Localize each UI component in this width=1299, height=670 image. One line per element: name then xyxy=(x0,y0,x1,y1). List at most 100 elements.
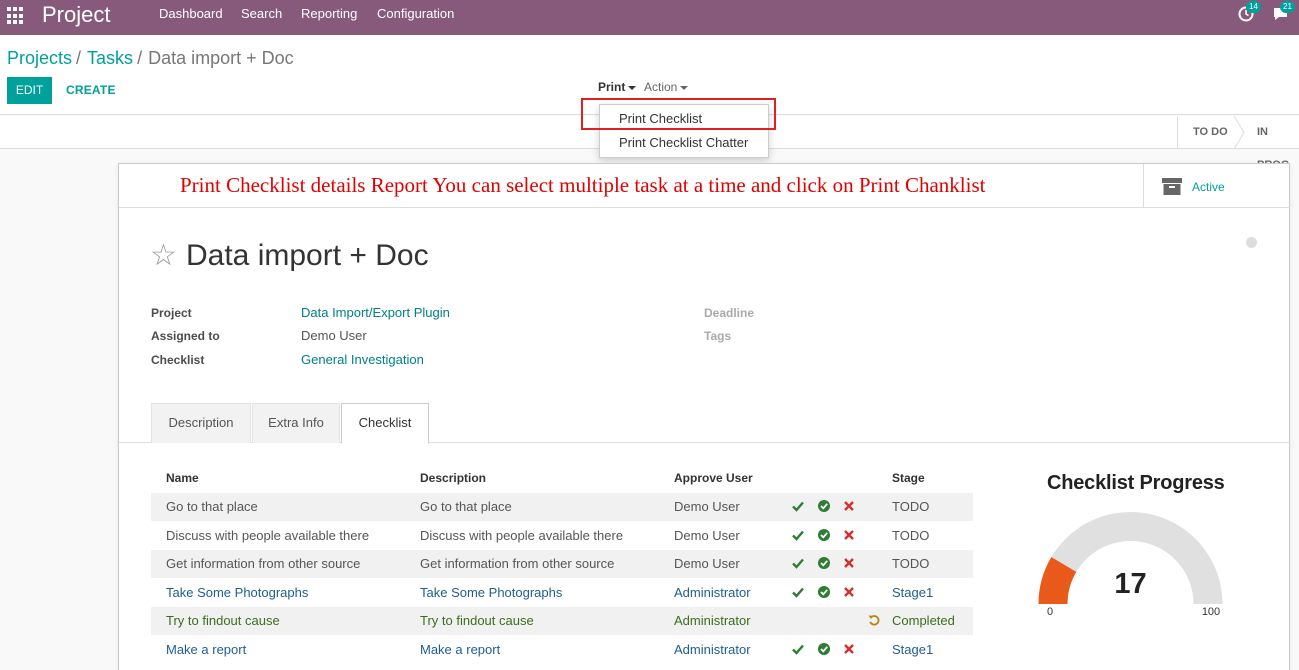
create-button[interactable]: CREATE xyxy=(66,83,116,97)
row-name: Get information from other source xyxy=(166,556,361,571)
reject-icon[interactable] xyxy=(842,528,856,542)
highlight-box xyxy=(581,98,776,130)
reject-icon[interactable] xyxy=(842,585,856,599)
done-icon[interactable] xyxy=(817,585,831,599)
breadcrumb-separator: / xyxy=(76,48,82,68)
row-name: Try to findout cause xyxy=(166,613,280,628)
project-value[interactable]: Data Import/Export Plugin xyxy=(301,305,450,320)
annotation-text: Print Checklist details Report You can s… xyxy=(180,173,986,197)
approve-icon[interactable] xyxy=(791,528,805,542)
row-description: Get information from other source xyxy=(420,556,615,571)
task-title: Data import + Doc xyxy=(186,239,429,272)
approve-icon[interactable] xyxy=(791,585,805,599)
checklist-row[interactable]: Get information from other source Get inf… xyxy=(151,550,973,578)
checklist-progress-title: Checklist Progress xyxy=(1047,472,1225,494)
row-name: Go to that place xyxy=(166,499,258,514)
tab-extra-info[interactable]: Extra Info xyxy=(252,403,340,443)
reject-icon[interactable] xyxy=(842,499,856,513)
caret-down-icon xyxy=(680,85,689,90)
print-label: Print xyxy=(598,80,626,94)
header-description: Description xyxy=(420,471,487,485)
star-icon[interactable]: ☆ xyxy=(150,238,177,273)
stage-divider xyxy=(1177,116,1178,149)
approve-icon[interactable] xyxy=(791,642,805,656)
activity-count-badge: 14 xyxy=(1246,1,1261,13)
reset-icon[interactable] xyxy=(867,613,881,627)
menu-configuration[interactable]: Configuration xyxy=(377,6,454,21)
row-name: Take Some Photographs xyxy=(166,584,309,600)
messages-icon[interactable]: 21 xyxy=(1272,1,1295,26)
kanban-state-dot[interactable] xyxy=(1246,237,1257,248)
breadcrumb-current: Data import + Doc xyxy=(148,48,294,68)
breadcrumb-projects[interactable]: Projects xyxy=(7,48,72,68)
row-approve-user: Demo User xyxy=(674,556,740,571)
action-dropdown-toggle[interactable]: Action xyxy=(644,80,689,94)
row-approve-user: Administrator xyxy=(674,641,751,657)
breadcrumb-separator: / xyxy=(137,48,143,68)
menu-dashboard[interactable]: Dashboard xyxy=(159,6,223,21)
assigned-label: Assigned to xyxy=(151,329,220,343)
row-stage: Completed xyxy=(892,613,955,628)
row-stage: TODO xyxy=(892,556,930,571)
row-name: Make a report xyxy=(166,641,247,657)
checklist-row[interactable]: Discuss with people available there Discu… xyxy=(151,522,973,550)
row-approve-user: Administrator xyxy=(674,613,751,628)
tags-label: Tags xyxy=(704,329,732,343)
row-stage: Stage1 xyxy=(892,641,934,657)
stage-in-progress[interactable]: IN PROG xyxy=(1257,116,1299,171)
messages-count-badge: 21 xyxy=(1280,1,1295,13)
button-box: Print Checklist details Report You can s… xyxy=(119,164,1290,208)
row-description: Discuss with people available there xyxy=(420,527,624,543)
active-toggle-button[interactable]: Active xyxy=(1143,164,1290,207)
form-sheet: Print Checklist details Report You can s… xyxy=(118,163,1290,670)
done-icon[interactable] xyxy=(817,499,831,513)
checklist-label: Checklist xyxy=(151,353,205,367)
assigned-value[interactable]: Demo User xyxy=(301,328,367,343)
menu-search[interactable]: Search xyxy=(241,6,282,21)
done-icon[interactable] xyxy=(817,528,831,542)
approve-icon[interactable] xyxy=(791,556,805,570)
caret-down-icon xyxy=(628,85,637,90)
row-stage: Stage1 xyxy=(892,584,934,600)
archive-icon xyxy=(1162,178,1182,195)
row-approve-user: Administrator xyxy=(674,584,751,600)
top-navbar: Project Dashboard Search Reporting Confi… xyxy=(0,0,1299,35)
row-description: Take Some Photographs xyxy=(420,584,563,600)
row-description: Go to that place xyxy=(420,499,512,514)
reject-icon[interactable] xyxy=(842,642,856,656)
checklist-value[interactable]: General Investigation xyxy=(301,352,424,367)
menu-print-checklist-chatter[interactable]: Print Checklist Chatter xyxy=(619,135,748,150)
menu-reporting[interactable]: Reporting xyxy=(301,6,357,21)
print-dropdown-toggle[interactable]: Print xyxy=(598,80,637,94)
project-label: Project xyxy=(151,306,192,320)
done-icon[interactable] xyxy=(817,556,831,570)
header-name: Name xyxy=(166,471,199,485)
row-approve-user: Demo User xyxy=(674,499,740,514)
gauge-value: 17 xyxy=(1114,568,1146,600)
header-approve-user: Approve User xyxy=(674,471,753,485)
approve-icon[interactable] xyxy=(791,499,805,513)
row-name: Discuss with people available there xyxy=(166,527,370,543)
row-description: Try to findout cause xyxy=(420,613,534,628)
app-title: Project xyxy=(42,2,111,27)
breadcrumb-tasks[interactable]: Tasks xyxy=(87,48,133,68)
checklist-row[interactable]: Go to that place Go to that place Demo Use… xyxy=(151,493,973,521)
apps-menu-icon[interactable] xyxy=(7,7,25,25)
row-stage: TODO xyxy=(892,499,930,514)
checklist-row[interactable]: Take Some Photographs Take Some Photograp… xyxy=(151,579,973,607)
row-stage: TODO xyxy=(892,527,930,543)
done-icon[interactable] xyxy=(817,642,831,656)
tab-description[interactable]: Description xyxy=(151,403,251,443)
stage-todo[interactable]: TO DO xyxy=(1193,116,1228,149)
stage-arrow xyxy=(1234,116,1245,149)
reject-icon[interactable] xyxy=(842,556,856,570)
row-approve-user: Demo User xyxy=(674,527,740,543)
edit-button[interactable]: EDIT xyxy=(7,77,52,104)
tab-checklist[interactable]: Checklist xyxy=(341,403,429,444)
checklist-row[interactable]: Try to findout cause Try to findout cause… xyxy=(151,607,973,635)
activity-clock-icon[interactable]: 14 xyxy=(1238,1,1261,26)
checklist-row[interactable]: Make a report Make a report Administrator S… xyxy=(151,636,973,664)
active-label: Active xyxy=(1192,180,1225,194)
gauge-max-label: 100 xyxy=(1202,606,1220,618)
row-description: Make a report xyxy=(420,641,501,657)
